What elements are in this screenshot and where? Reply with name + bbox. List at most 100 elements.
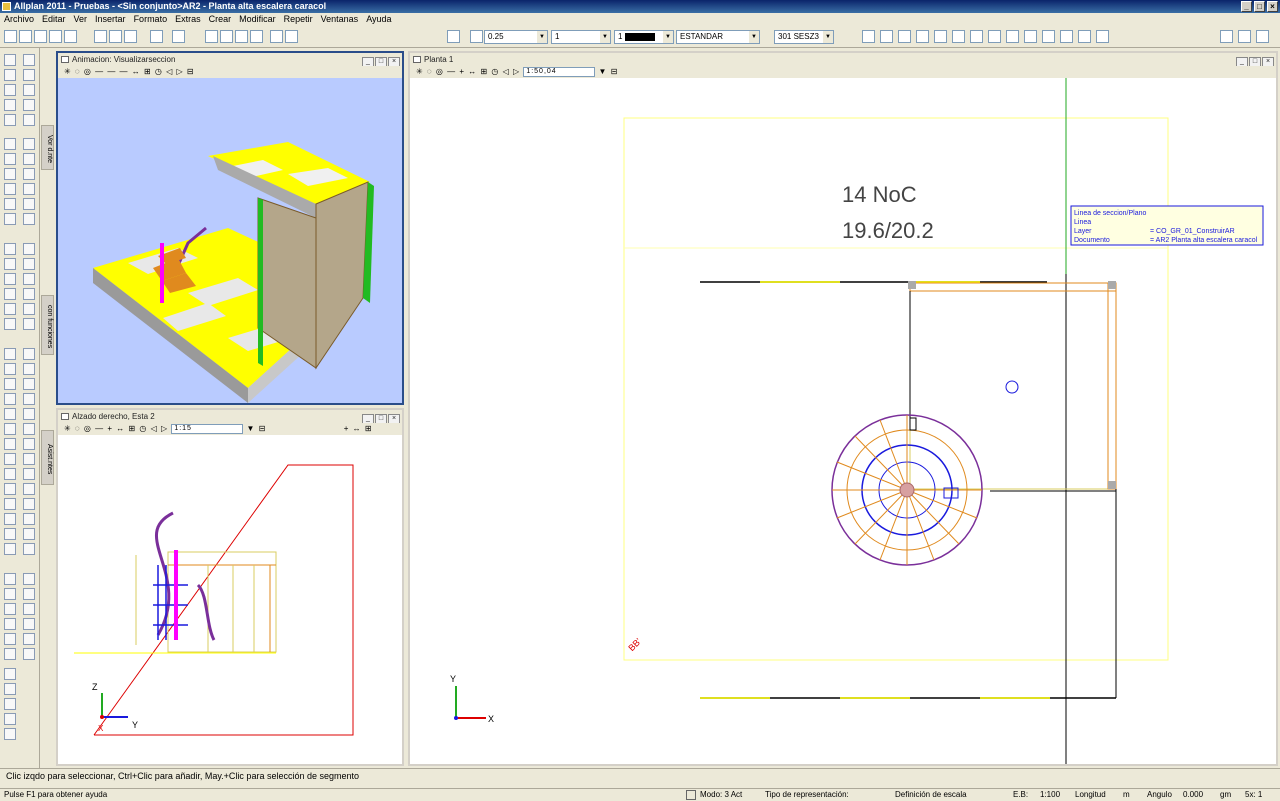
- measure-tool-icon[interactable]: [4, 393, 16, 405]
- tool-h-icon[interactable]: [988, 30, 1001, 43]
- join-tool-icon[interactable]: [4, 363, 16, 375]
- menu-ayuda[interactable]: Ayuda: [362, 13, 395, 26]
- cut-icon[interactable]: [94, 30, 107, 43]
- side-tab-vordnte[interactable]: Vor d.nte: [41, 125, 54, 170]
- ortho-tool-icon[interactable]: [4, 588, 16, 600]
- assist-c-icon[interactable]: [4, 698, 16, 710]
- elevation-window[interactable]: Alzado derecho, Esta 2 _ □ × ✳ ◌ ◎ — + ↔ ⊞…: [56, 408, 404, 766]
- side-tab-asistentes[interactable]: Asist.ntes: [41, 430, 54, 485]
- move-tool-icon[interactable]: [23, 138, 35, 150]
- lib-tool-icon[interactable]: [23, 648, 35, 660]
- redo-icon[interactable]: [172, 30, 185, 43]
- status-mode[interactable]: Modo: 3 Act: [700, 789, 742, 801]
- split-tool-icon[interactable]: [23, 348, 35, 360]
- window-layout-b-icon[interactable]: [1238, 30, 1251, 43]
- preview-icon[interactable]: [64, 30, 77, 43]
- fav-tool-icon[interactable]: [4, 648, 16, 660]
- refresh-tool-icon[interactable]: [23, 618, 35, 630]
- erase-tool-icon[interactable]: [4, 213, 16, 225]
- export-tool-icon[interactable]: [4, 528, 16, 540]
- line-tool-icon[interactable]: [23, 84, 35, 96]
- color-select[interactable]: 1 ▼: [614, 30, 674, 44]
- pen-tool-icon[interactable]: [4, 114, 16, 126]
- menu-formato[interactable]: Formato: [130, 13, 172, 26]
- window-layout-c-icon[interactable]: [1256, 30, 1269, 43]
- mirror-tool-icon[interactable]: [4, 168, 16, 180]
- rotate-tool-icon[interactable]: [23, 153, 35, 165]
- point-tool-icon[interactable]: [23, 603, 35, 615]
- list-tool-icon[interactable]: [4, 513, 16, 525]
- light-tool-icon[interactable]: [4, 468, 16, 480]
- plan-view-toolbar[interactable]: ✳ ◌ ◎ — + ↔ ⊞ ◷ ◁ ▷ 1:50,04 ▼ ⊟: [410, 66, 1276, 78]
- status-scale-value[interactable]: 1:100: [1040, 789, 1060, 801]
- tool-l-icon[interactable]: [1060, 30, 1073, 43]
- fillet-tool-icon[interactable]: [4, 378, 16, 390]
- view3d-icon[interactable]: [270, 30, 283, 43]
- surface-tool-icon[interactable]: [4, 483, 16, 495]
- undo-icon[interactable]: [150, 30, 163, 43]
- tool-i-icon[interactable]: [1006, 30, 1019, 43]
- minimize-button[interactable]: _: [1241, 1, 1252, 12]
- label-tool-icon[interactable]: [4, 408, 16, 420]
- grid-icon[interactable]: [285, 30, 298, 43]
- print-icon[interactable]: [49, 30, 62, 43]
- copy-icon[interactable]: [109, 30, 122, 43]
- column-tool-icon[interactable]: [23, 243, 35, 255]
- assist-a-icon[interactable]: [4, 668, 16, 680]
- plot-tool-icon[interactable]: [4, 498, 16, 510]
- assist-e-icon[interactable]: [4, 728, 16, 740]
- tool-d-icon[interactable]: [916, 30, 929, 43]
- zoom-icon[interactable]: [447, 30, 460, 43]
- tool-f-icon[interactable]: [952, 30, 965, 43]
- delete-tool-icon[interactable]: [4, 543, 16, 555]
- opening-tool-icon[interactable]: [23, 303, 35, 315]
- chamfer-tool-icon[interactable]: [23, 378, 35, 390]
- dimension-tool-icon[interactable]: [4, 84, 16, 96]
- plane-icon[interactable]: [220, 30, 233, 43]
- rect-tool-icon[interactable]: [4, 99, 16, 111]
- beam-tool-icon[interactable]: [23, 258, 35, 270]
- new-icon[interactable]: [4, 30, 17, 43]
- save-icon[interactable]: [34, 30, 47, 43]
- stair-tool-icon[interactable]: [23, 288, 35, 300]
- menu-archivo[interactable]: Archivo: [0, 13, 38, 26]
- open-icon[interactable]: [19, 30, 32, 43]
- info-tool-icon[interactable]: [23, 633, 35, 645]
- animation-viewport[interactable]: [58, 78, 402, 403]
- menu-extras[interactable]: Extras: [171, 13, 205, 26]
- filter-tool-icon[interactable]: [23, 183, 35, 195]
- status-angle-value[interactable]: 0.000: [1183, 789, 1203, 801]
- stretch-tool-icon[interactable]: [4, 183, 16, 195]
- status-length-unit[interactable]: m: [1123, 789, 1130, 801]
- polyline-tool-icon[interactable]: [23, 99, 35, 111]
- elevation-viewport[interactable]: Z Y X: [58, 435, 402, 764]
- layer2-select[interactable]: 301 SESZ3 ▼: [774, 30, 834, 44]
- material-tool-icon[interactable]: [23, 483, 35, 495]
- plan-window[interactable]: Planta 1 _ □ × ✳ ◌ ◎ — + ↔ ⊞ ◷ ◁ ▷ 1:50,04…: [408, 51, 1278, 766]
- pen-thickness-select[interactable]: 0.25 ▼: [484, 30, 548, 44]
- hatch-tool-icon[interactable]: [23, 69, 35, 81]
- menu-editar[interactable]: Editar: [38, 13, 70, 26]
- paste-icon[interactable]: [124, 30, 137, 43]
- tool-j-icon[interactable]: [1024, 30, 1037, 43]
- symbol-tool-icon[interactable]: [23, 408, 35, 420]
- elevation-tool-icon[interactable]: [23, 438, 35, 450]
- line-type-select[interactable]: 1 ▼: [551, 30, 611, 44]
- plan-viewport[interactable]: 14 NoC 19.6/20.2 BB' Y X Linea de seccio…: [410, 78, 1276, 764]
- tool-b-icon[interactable]: [880, 30, 893, 43]
- scale-tool-icon[interactable]: [23, 168, 35, 180]
- macro-tool-icon[interactable]: [4, 423, 16, 435]
- roof-tool-icon[interactable]: [4, 288, 16, 300]
- elevation-view-toolbar[interactable]: ✳ ◌ ◎ — + ↔ ⊞ ◷ ◁ ▷ 1:15 ▼ ⊟ + ↔ ⊞: [58, 423, 402, 435]
- room-tool-icon[interactable]: [4, 303, 16, 315]
- props-tool-icon[interactable]: [4, 633, 16, 645]
- slab-tool-icon[interactable]: [4, 258, 16, 270]
- tool-m-icon[interactable]: [1078, 30, 1091, 43]
- tool-k-icon[interactable]: [1042, 30, 1055, 43]
- animation-view-toolbar[interactable]: ✳ ◌ ◎ — — — ↔ ⊞ ◷ ◁ ▷ ⊟: [58, 66, 402, 78]
- pen-icon[interactable]: [470, 30, 483, 43]
- layer-tools-icon[interactable]: [205, 30, 218, 43]
- view-tool-icon[interactable]: [4, 453, 16, 465]
- railing-tool-icon[interactable]: [4, 318, 16, 330]
- maximize-button[interactable]: □: [1254, 1, 1265, 12]
